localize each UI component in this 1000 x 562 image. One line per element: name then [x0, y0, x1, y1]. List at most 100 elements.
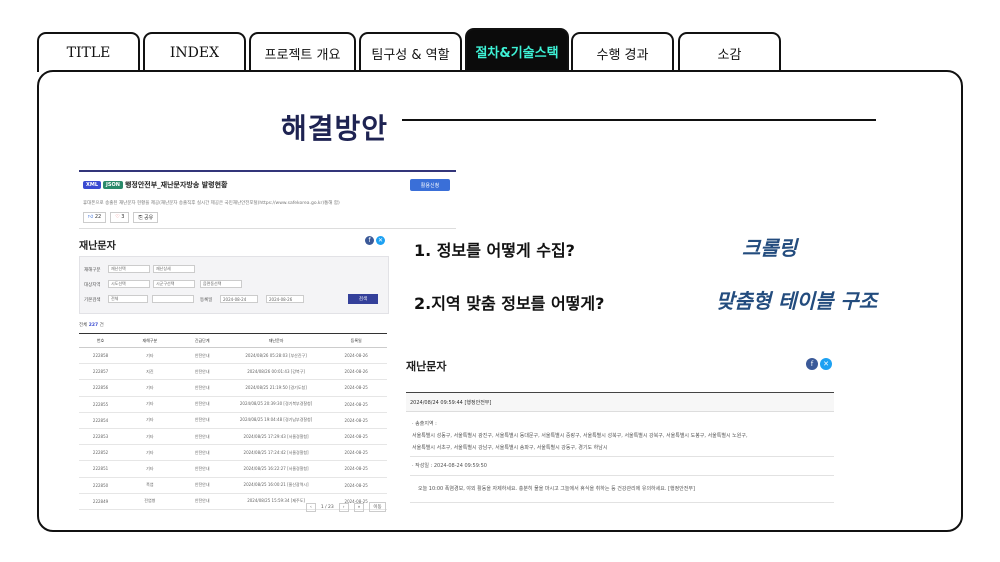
message-body: 오늘 10:00 폭염경보, 야외 활동을 자제하세요. 충분히 물을 마시고 … [418, 486, 695, 492]
share-label: 공유 [144, 215, 154, 221]
table-row[interactable]: 222852 기타 안전안내 2024/08/25 17:24:42 [서울경찰청] 2… [79, 444, 387, 462]
filter-label-search: 기본검색 [84, 298, 101, 303]
question-1: 1. 정보를 어떻게 수집? [414, 241, 575, 260]
count-suffix: 건 [99, 323, 104, 328]
detail-share-icons: f ✕ [806, 358, 832, 370]
dataset-description: 휴대폰으로 송출된 재난문자 현황을 제공(재난문자 송출직후 실시간 제공은 … [83, 201, 340, 206]
areas-label: · 송출지역 : [412, 421, 437, 427]
dataset-header-screenshot: XML JSON 행정안전부_재난문자방송 발령현황 활용신청 휴대폰으로 송출… [79, 170, 456, 229]
dataset-heading: XML JSON 행정안전부_재난문자방송 발령현황 [83, 180, 227, 190]
sigungu-value: 시군구선택 [156, 281, 175, 286]
prev-page-button[interactable]: ‹ [306, 502, 316, 512]
col-number: 번호 [79, 333, 123, 348]
table-header-row: 번호 재해구분 긴급단계 재난문자 등록일 [79, 333, 387, 348]
table-row[interactable]: 222857 지진 안전안내 2024/08/26 00:01:43 [강북구] 202… [79, 363, 387, 381]
list-heading: 재난문자 [79, 241, 116, 252]
heart-icon: ♡ [115, 214, 120, 220]
tab-index[interactable]: INDEX [143, 32, 246, 72]
like-button[interactable]: 👍︎ 22 [83, 212, 107, 223]
date-to-value: 2024-08-26 [269, 296, 293, 302]
facebook-icon[interactable]: f [365, 236, 374, 245]
pagination: ‹ 1 / 23 › » 이동 [306, 502, 386, 512]
disaster-list-screenshot: 재난문자 f ✕ 재해구분 재난선택 재난상세 대상지역 시도선택 시군구선택 … [79, 232, 389, 512]
search-button[interactable]: 검색 [348, 294, 378, 304]
tab-impressions[interactable]: 소감 [678, 32, 781, 72]
col-level: 긴급단계 [177, 333, 227, 348]
type-select-value: 재난선택 [111, 266, 126, 271]
type-detail-value: 재난상세 [156, 266, 171, 271]
sido-value: 시도선택 [111, 281, 126, 286]
apply-button[interactable]: 활용신청 [410, 179, 450, 191]
title-underline [402, 119, 876, 121]
type-select[interactable]: 재난선택 [108, 265, 150, 273]
tab-title[interactable]: TITLE [37, 32, 140, 72]
thumbs-up-icon: 👍︎ [88, 214, 94, 220]
table-row[interactable]: 222854 기타 안전안내 2024/08/25 19:04:48 [경기남부경찰청… [79, 412, 387, 429]
disaster-table: 번호 재해구분 긴급단계 재난문자 등록일 222858 기타 안전안내 2024/0… [79, 333, 387, 510]
search-button-label: 검색 [358, 297, 368, 302]
page-indicator: 1 / 23 [320, 504, 334, 510]
date-from-input[interactable]: 2024-08-24 [220, 295, 258, 303]
xml-badge: XML [83, 181, 102, 189]
areas-line-1: 서울특별시 성동구, 서울특별시 광진구, 서울특별시 동대문구, 서울특별시 … [412, 433, 748, 439]
date-to-input[interactable]: 2024-08-26 [266, 295, 304, 303]
last-page-button[interactable]: » [353, 502, 365, 512]
table-row[interactable]: 222850 폭염 안전안내 2024/08/25 16:00:21 [울산광역시] 2… [79, 477, 387, 494]
tab-process-tech[interactable]: 절차&기술스택 [465, 28, 569, 72]
table-row[interactable]: 222855 기타 안전안내 2024/08/25 20:39:30 [경기북부경찰청… [79, 396, 387, 413]
date-from-value: 2024-08-24 [223, 296, 247, 302]
heart-count: 3 [121, 214, 125, 220]
search-type-value: 전체 [111, 296, 119, 301]
divider [410, 456, 834, 457]
twitter-icon[interactable]: ✕ [376, 236, 385, 245]
apply-label: 활용신청 [420, 182, 440, 189]
table-row[interactable]: 222858 기타 안전안내 2024/08/26 05:28:03 [부산진구] 20… [79, 347, 387, 365]
col-type: 재해구분 [122, 333, 178, 348]
twitter-icon[interactable]: ✕ [820, 358, 832, 370]
disaster-detail-screenshot: 재난문자 f ✕ 2024/08/24 09:59:44 [행정안전부] · 송… [406, 352, 834, 510]
result-count: 전체 227 건 [79, 322, 104, 328]
filter-label-type: 재해구분 [84, 268, 101, 273]
share-icons: f ✕ [365, 236, 385, 245]
divider [410, 475, 834, 476]
detail-meta: 2024/08/24 09:59:44 [행정안전부] [406, 392, 834, 412]
json-badge: JSON [103, 181, 123, 189]
date-label: 등록일 [200, 298, 213, 303]
eupmyeondong-select[interactable]: 읍면동선택 [200, 280, 242, 288]
answer-1: 크롤링 [742, 236, 798, 260]
table-row[interactable]: 222851 기타 안전안내 2024/08/25 16:22:27 [서울경찰청] 2… [79, 460, 387, 478]
detail-heading: 재난문자 [406, 360, 447, 373]
count-prefix: 전체 [79, 323, 88, 328]
col-message: 재난문자 [226, 333, 326, 348]
table-row[interactable]: 222856 기타 안전안내 2024/08/25 21:19:50 [경기도청] 20… [79, 379, 387, 397]
count-value: 227 [88, 323, 99, 328]
answer-2: 맞춤형 테이블 구조 [716, 289, 878, 313]
table-row[interactable]: 222853 기타 안전안내 2024/08/25 17:29:43 [서울경찰청] 2… [79, 428, 387, 446]
sido-select[interactable]: 시도선택 [108, 280, 150, 288]
tab-progress[interactable]: 수행 경과 [571, 32, 674, 72]
created-date: · 작성일 : 2024-08-24 09:59:50 [412, 463, 487, 469]
page-title: 해결방안 [281, 112, 389, 145]
goto-button[interactable]: 이동 [369, 502, 386, 512]
heart-button[interactable]: ♡ 3 [110, 212, 130, 223]
next-page-button[interactable]: › [338, 502, 349, 512]
keyword-input[interactable] [152, 295, 194, 303]
type-detail-select[interactable]: 재난상세 [153, 265, 195, 273]
share-icon: ⎘ [138, 215, 143, 221]
share-button[interactable]: ⎘ 공유 [133, 212, 159, 223]
facebook-icon[interactable]: f [806, 358, 818, 370]
eupmyeondong-value: 읍면동선택 [203, 281, 222, 286]
dataset-actions: 👍︎ 22 ♡ 3 ⎘ 공유 [83, 212, 159, 223]
col-date: 등록일 [325, 333, 387, 348]
tab-bar: TITLE INDEX 프로젝트 개요 팀구성 & 역할 절차&기술스택 수행 … [37, 28, 797, 74]
like-count: 22 [94, 214, 102, 220]
question-2: 2.지역 맞춤 정보를 어떻게? [414, 294, 605, 313]
sigungu-select[interactable]: 시군구선택 [153, 280, 195, 288]
dataset-title: 행정안전부_재난문자방송 발령현황 [124, 181, 228, 189]
search-type-select[interactable]: 전체 [108, 295, 148, 303]
tab-project-overview[interactable]: 프로젝트 개요 [249, 32, 356, 72]
areas-line-2: 서울특별시 서초구, 서울특별시 강남구, 서울특별시 송파구, 서울특별시 강… [412, 445, 608, 451]
tab-team[interactable]: 팀구성 & 역할 [359, 32, 462, 72]
filter-box: 재해구분 재난선택 재난상세 대상지역 시도선택 시군구선택 읍면동선택 기본검… [79, 256, 389, 314]
filter-label-region: 대상지역 [84, 283, 101, 288]
